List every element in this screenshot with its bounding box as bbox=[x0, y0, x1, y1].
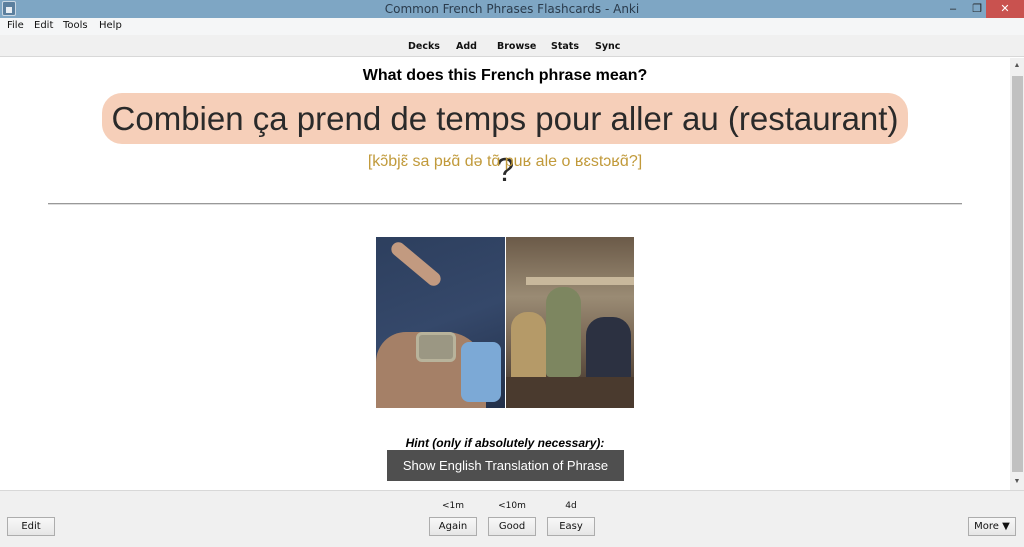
again-due: <1m bbox=[441, 501, 465, 511]
table-shape bbox=[506, 377, 634, 408]
menu-edit[interactable]: Edit bbox=[34, 20, 53, 31]
toolbar-stats[interactable]: Stats bbox=[551, 41, 579, 52]
close-button[interactable]: ✕ bbox=[986, 0, 1024, 18]
more-button[interactable]: More ▼ bbox=[968, 517, 1016, 536]
card-divider bbox=[48, 203, 962, 205]
menu-tools[interactable]: Tools bbox=[63, 20, 88, 31]
vertical-scrollbar[interactable]: ▲ ▼ bbox=[1010, 58, 1024, 490]
finger-shape bbox=[388, 239, 444, 289]
easy-due: 4d bbox=[565, 501, 577, 511]
card-question: What does this French phrase mean? bbox=[362, 67, 648, 84]
toolbar-browse[interactable]: Browse bbox=[497, 41, 536, 52]
easy-button[interactable]: Easy bbox=[547, 517, 595, 536]
french-phrase: Combien ça prend de temps pour aller au … bbox=[102, 93, 908, 188]
minimize-button[interactable]: – bbox=[942, 0, 964, 18]
window-title: Common French Phrases Flashcards - Anki bbox=[384, 2, 640, 16]
toolbar-sync[interactable]: Sync bbox=[595, 41, 620, 52]
restaurant-photo bbox=[506, 237, 634, 408]
person-shape bbox=[546, 287, 581, 377]
ipa-pronunciation: [kɔ̃bjɛ̃ sa pʁɑ̃ də tɑ̃ puʁ ale o ʁɛstɔʁ… bbox=[367, 153, 643, 170]
main-toolbar: Decks Add Browse Stats Sync bbox=[0, 35, 1024, 57]
watch-photo bbox=[376, 237, 505, 408]
watch-shape bbox=[416, 332, 456, 362]
scrollbar-thumb[interactable] bbox=[1012, 76, 1023, 472]
review-bottom-bar: Edit <1m <10m 4d Again Good Easy More ▼ bbox=[0, 490, 1024, 547]
toolbar-decks[interactable]: Decks bbox=[408, 41, 440, 52]
good-due: <10m bbox=[498, 501, 526, 511]
card-image bbox=[376, 237, 634, 408]
toolbar-add[interactable]: Add bbox=[456, 41, 477, 52]
show-translation-button[interactable]: Show English Translation of Phrase bbox=[387, 450, 624, 481]
edit-button[interactable]: Edit bbox=[7, 517, 55, 536]
menu-bar: File Edit Tools Help bbox=[0, 18, 1024, 35]
again-button[interactable]: Again bbox=[429, 517, 477, 536]
person-shape bbox=[511, 312, 546, 382]
title-bar: Common French Phrases Flashcards - Anki … bbox=[0, 0, 1024, 18]
shelf-shape bbox=[526, 277, 634, 285]
maximize-button[interactable]: ❐ bbox=[966, 0, 988, 18]
card-content: What does this French phrase mean? Combi… bbox=[0, 58, 1010, 490]
menu-help[interactable]: Help bbox=[99, 20, 122, 31]
hint-label: Hint (only if absolutely necessary): bbox=[405, 436, 605, 450]
scroll-down-icon[interactable]: ▼ bbox=[1010, 474, 1024, 490]
scroll-up-icon[interactable]: ▲ bbox=[1010, 58, 1024, 74]
good-button[interactable]: Good bbox=[488, 517, 536, 536]
menu-file[interactable]: File bbox=[7, 20, 24, 31]
cuff-shape bbox=[461, 342, 501, 402]
